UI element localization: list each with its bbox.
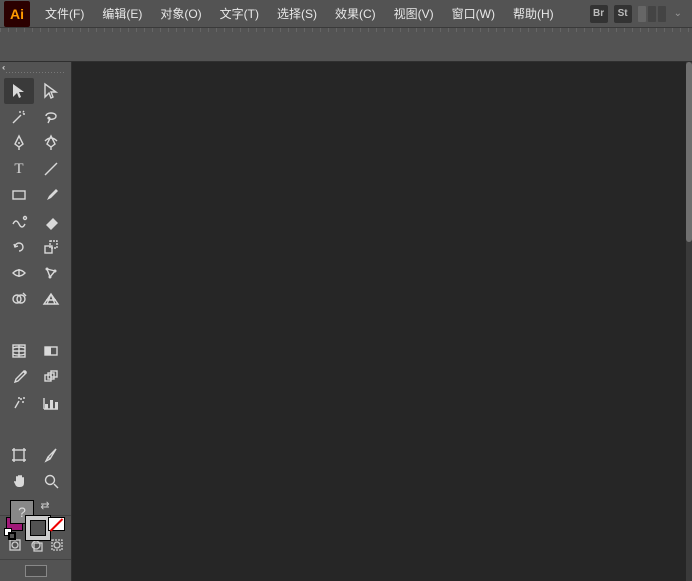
vertical-scrollbar[interactable] <box>686 62 692 581</box>
menu-file[interactable]: 文件(F) <box>36 0 93 28</box>
scale-tool[interactable] <box>36 234 66 260</box>
rotate-tool[interactable] <box>4 234 34 260</box>
type-tool[interactable]: T <box>4 156 34 182</box>
swap-fill-stroke-icon[interactable]: ⇄ <box>38 498 52 512</box>
slice-tool[interactable] <box>36 442 66 468</box>
menu-select[interactable]: 选择(S) <box>268 0 326 28</box>
line-segment-tool[interactable] <box>36 156 66 182</box>
panel-grip[interactable] <box>6 72 65 73</box>
menu-help[interactable]: 帮助(H) <box>504 0 563 28</box>
magic-wand-tool[interactable] <box>4 104 34 130</box>
direct-selection-tool[interactable] <box>36 78 66 104</box>
color-mode-none[interactable] <box>48 517 65 531</box>
blend-tool[interactable] <box>36 364 66 390</box>
tools-panel: ‹‹ <box>0 62 72 581</box>
column-graph-tool[interactable] <box>36 390 66 416</box>
ruler-strip <box>0 28 692 32</box>
curvature-tool[interactable] <box>36 130 66 156</box>
stock-badge[interactable]: St <box>614 5 632 23</box>
zoom-tool[interactable] <box>36 468 66 494</box>
width-tool[interactable] <box>4 260 34 286</box>
perspective-grid-tool[interactable] <box>36 286 66 312</box>
menu-object[interactable]: 对象(O) <box>151 0 210 28</box>
shape-builder-tool[interactable] <box>4 286 34 312</box>
selection-tool[interactable] <box>4 78 34 104</box>
menu-window[interactable]: 窗口(W) <box>443 0 504 28</box>
fill-stroke-proxy: ? ⇄ <box>0 496 71 511</box>
menubar-right: Br St ⌄ <box>590 5 688 23</box>
screen-mode-button[interactable] <box>25 565 47 577</box>
main-area: ‹‹ <box>0 62 692 581</box>
menu-view[interactable]: 视图(V) <box>385 0 443 28</box>
hand-tool[interactable] <box>4 468 34 494</box>
draw-inside-icon[interactable] <box>48 537 65 553</box>
eyedropper-tool[interactable] <box>4 364 34 390</box>
options-bar <box>0 28 692 62</box>
default-fill-stroke-icon[interactable] <box>4 528 18 542</box>
rectangle-tool[interactable] <box>4 182 34 208</box>
menu-edit[interactable]: 编辑(E) <box>93 0 151 28</box>
puppet-warp-tool[interactable] <box>36 260 66 286</box>
bridge-badge[interactable]: Br <box>590 5 608 23</box>
menu-type[interactable]: 文字(T) <box>211 0 268 28</box>
screen-mode-row <box>0 561 71 581</box>
chevron-down-icon: ⌄ <box>672 8 682 19</box>
eraser-tool[interactable] <box>36 208 66 234</box>
lasso-tool[interactable] <box>36 104 66 130</box>
canvas-area[interactable] <box>72 62 692 581</box>
scrollbar-thumb[interactable] <box>686 62 692 242</box>
panel-collapse-handle[interactable]: ‹‹ <box>0 62 71 72</box>
menubar: Ai 文件(F) 编辑(E) 对象(O) 文字(T) 选择(S) 效果(C) 视… <box>0 0 692 28</box>
artboard-tool[interactable] <box>4 442 34 468</box>
tools-grid: T <box>0 76 71 496</box>
workspace-switcher[interactable] <box>638 6 666 22</box>
shaper-tool[interactable] <box>4 208 34 234</box>
mesh-tool[interactable] <box>4 338 34 364</box>
gradient-tool[interactable] <box>36 338 66 364</box>
paintbrush-tool[interactable] <box>36 182 66 208</box>
symbol-sprayer-tool[interactable] <box>4 390 34 416</box>
pen-tool[interactable] <box>4 130 34 156</box>
stroke-swatch[interactable] <box>26 516 50 540</box>
menu-effect[interactable]: 效果(C) <box>326 0 385 28</box>
app-logo: Ai <box>4 1 30 27</box>
